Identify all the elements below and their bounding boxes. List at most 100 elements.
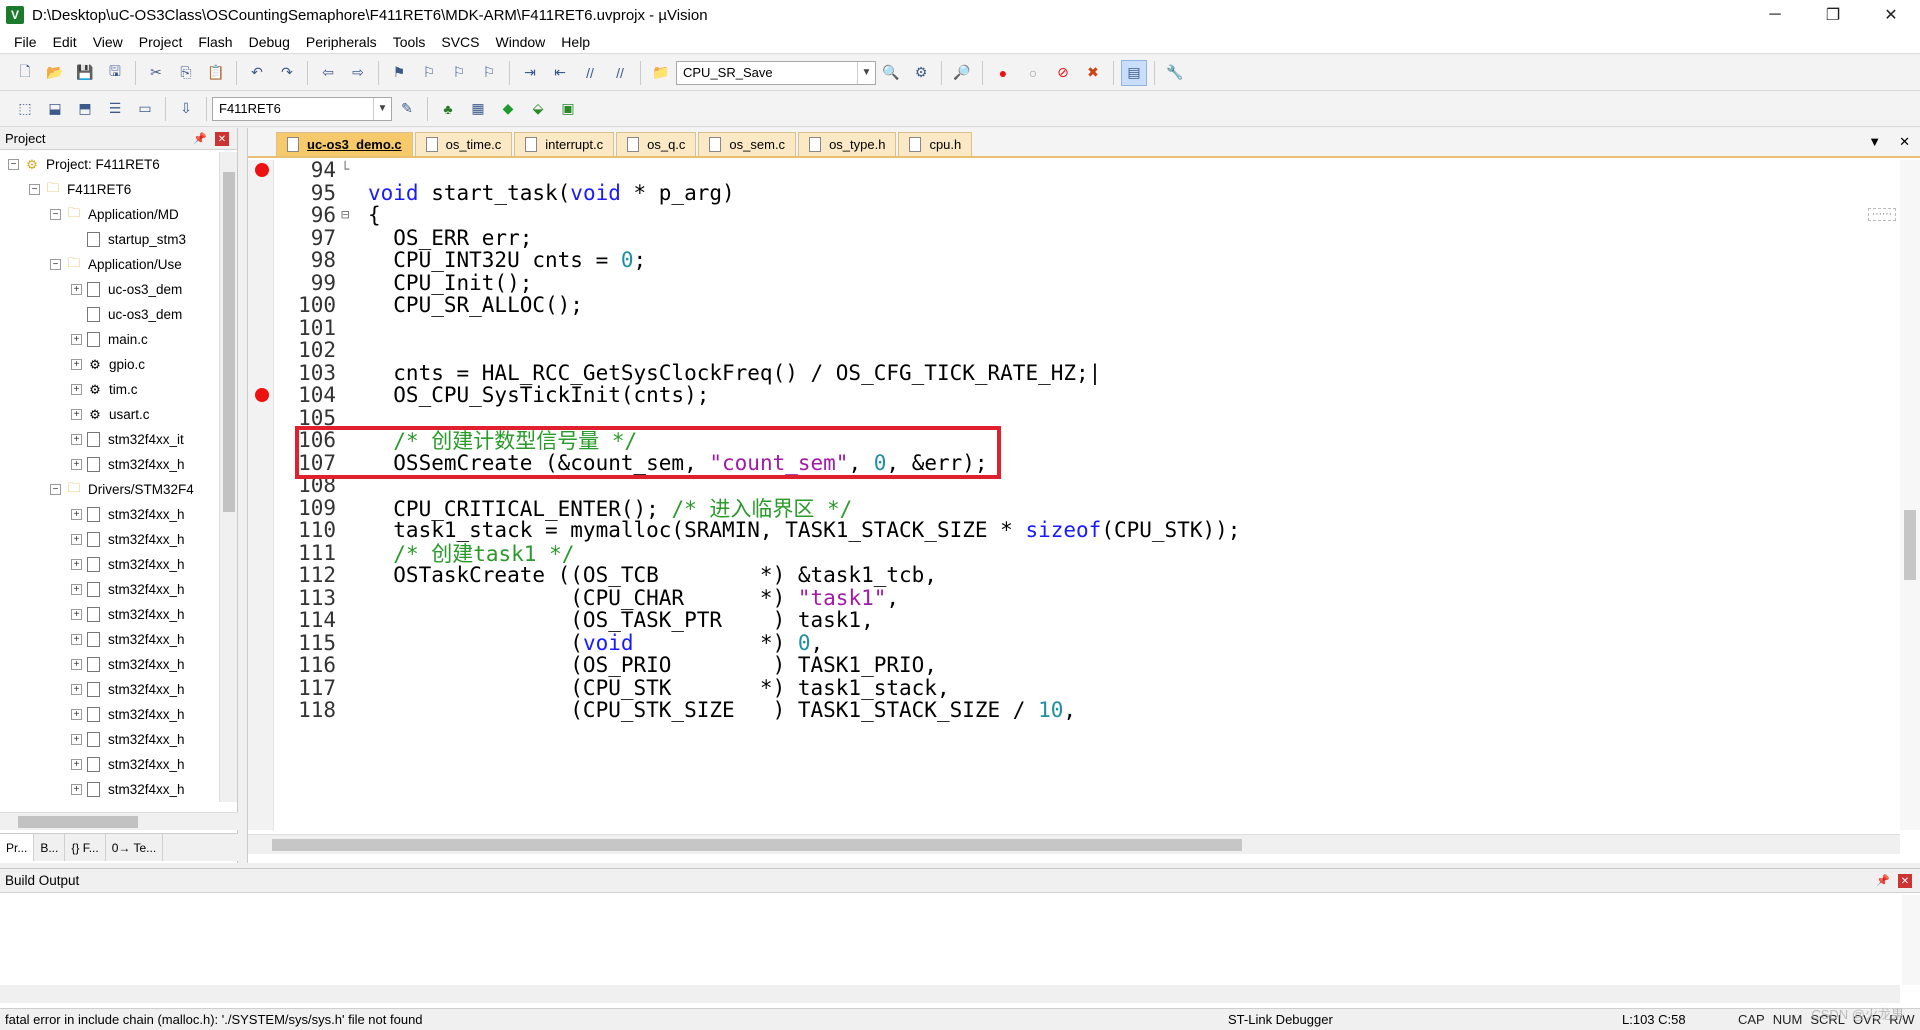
- collapse-icon[interactable]: −: [29, 184, 40, 195]
- tree-item[interactable]: + stm32f4xx_h: [0, 652, 218, 677]
- tree-item[interactable]: startup_stm3: [0, 227, 218, 252]
- paste-icon[interactable]: 📋: [203, 60, 229, 86]
- find-icon[interactable]: 🔍: [878, 60, 904, 86]
- tree-item[interactable]: + stm32f4xx_h: [0, 727, 218, 752]
- unindent-icon[interactable]: ⇤: [547, 60, 573, 86]
- batch-build-icon[interactable]: ☰: [102, 96, 128, 122]
- code-line[interactable]: 109 CPU_CRITICAL_ENTER(); /* 进入临界区 */: [248, 496, 1900, 521]
- tab-list-chevron-icon[interactable]: ▼: [1868, 134, 1881, 150]
- project-vertical-scrollbar[interactable]: [219, 152, 237, 802]
- nav-back-icon[interactable]: ⇦: [315, 60, 341, 86]
- tree-item[interactable]: + stm32f4xx_h: [0, 677, 218, 702]
- menu-edit[interactable]: Edit: [45, 34, 85, 50]
- tree-item[interactable]: + stm32f4xx_h: [0, 627, 218, 652]
- expand-icon[interactable]: +: [71, 359, 82, 370]
- target-combo[interactable]: F411RET6 ▼: [212, 96, 392, 121]
- find-in-files-icon[interactable]: 📁: [648, 60, 674, 86]
- bookmark-icon[interactable]: ⚑: [386, 60, 412, 86]
- tree-item[interactable]: + stm32f4xx_h: [0, 777, 218, 802]
- code-line[interactable]: 111 /* 创建task1 */: [248, 541, 1900, 566]
- file-extensions-icon[interactable]: ▦: [465, 96, 491, 122]
- undo-icon[interactable]: ↶: [244, 60, 270, 86]
- tab-functions[interactable]: {} F...: [65, 834, 106, 861]
- bookmark-clear-icon[interactable]: ⚐: [476, 60, 502, 86]
- tree-item[interactable]: + stm32f4xx_h: [0, 527, 218, 552]
- manage-components-icon[interactable]: ♣: [435, 96, 461, 122]
- configure-icon[interactable]: 🔧: [1162, 60, 1188, 86]
- close-icon[interactable]: ✕: [215, 132, 229, 146]
- tab-os-q-c[interactable]: os_q.c: [616, 132, 697, 156]
- uncomment-icon[interactable]: //: [607, 60, 633, 86]
- redo-icon[interactable]: ↷: [274, 60, 300, 86]
- build-icon[interactable]: ⬓: [42, 96, 68, 122]
- minimize-icon[interactable]: ─: [1746, 0, 1804, 30]
- code-line[interactable]: 118 (CPU_STK_SIZE ) TASK1_STACK_SIZE / 1…: [248, 698, 1900, 722]
- code-line[interactable]: 96 ⊟ {: [248, 203, 1900, 227]
- tree-item[interactable]: + stm32f4xx_it: [0, 427, 218, 452]
- window-layout-icon[interactable]: ▤: [1121, 59, 1147, 86]
- find-combo[interactable]: CPU_SR_Save ▼: [676, 60, 876, 85]
- tab-os-type-h[interactable]: os_type.h: [798, 132, 897, 156]
- chevron-down-icon[interactable]: ▼: [857, 61, 875, 84]
- editor-horizontal-scrollbar[interactable]: [248, 834, 1900, 854]
- bookmark-prev-icon[interactable]: ⚐: [416, 60, 442, 86]
- menu-flash[interactable]: Flash: [190, 34, 240, 50]
- breakpoint-icon[interactable]: [255, 163, 269, 178]
- code-line[interactable]: 101: [248, 316, 1900, 340]
- expand-icon[interactable]: +: [71, 509, 82, 520]
- tree-item[interactable]: + main.c: [0, 327, 218, 352]
- menu-svcs[interactable]: SVCS: [433, 34, 487, 50]
- menu-window[interactable]: Window: [488, 34, 554, 50]
- expand-icon[interactable]: +: [71, 559, 82, 570]
- expand-icon[interactable]: +: [71, 659, 82, 670]
- new-file-icon[interactable]: 🗋: [12, 60, 38, 86]
- code-line[interactable]: 103 cnts = HAL_RCC_GetSysClockFreq() / O…: [248, 361, 1900, 385]
- download-icon[interactable]: ⇩: [173, 96, 199, 122]
- nav-forward-icon[interactable]: ⇨: [345, 60, 371, 86]
- tree-item[interactable]: + ⚙ usart.c: [0, 402, 218, 427]
- select-packs-icon[interactable]: ◆: [495, 96, 521, 122]
- tree-item[interactable]: − 🗀 Application/Use: [0, 252, 218, 277]
- tree-item[interactable]: − ⚙ Project: F411RET6: [0, 152, 218, 177]
- menu-debug[interactable]: Debug: [241, 34, 298, 50]
- tree-item[interactable]: + stm32f4xx_h: [0, 552, 218, 577]
- tree-item[interactable]: + stm32f4xx_h: [0, 502, 218, 527]
- breakpoint-enable-icon[interactable]: ○: [1020, 60, 1046, 86]
- run-time-env-icon[interactable]: ▣: [555, 96, 581, 122]
- tab-templates[interactable]: 0→ Te...: [106, 834, 164, 861]
- tree-item[interactable]: − 🗀 Application/MD: [0, 202, 218, 227]
- save-icon[interactable]: 💾: [72, 60, 98, 86]
- expand-icon[interactable]: +: [71, 634, 82, 645]
- tree-item[interactable]: + ⚙ tim.c: [0, 377, 218, 402]
- editor-vertical-scrollbar[interactable]: [1900, 160, 1920, 830]
- tree-item[interactable]: + stm32f4xx_h: [0, 752, 218, 777]
- code-line[interactable]: 104 OS_CPU_SysTickInit(cnts);: [248, 383, 1900, 407]
- tab-books[interactable]: B...: [34, 834, 66, 861]
- pack-installer-icon[interactable]: ⬙: [525, 96, 551, 122]
- code-line[interactable]: 102: [248, 338, 1900, 362]
- menu-view[interactable]: View: [85, 34, 131, 50]
- expand-icon[interactable]: +: [71, 384, 82, 395]
- tab-project[interactable]: Pr...: [0, 834, 35, 861]
- code-line[interactable]: 97 OS_ERR err;: [248, 226, 1900, 250]
- tree-item[interactable]: − 🗀 F411RET6: [0, 177, 218, 202]
- build-horizontal-scrollbar[interactable]: [0, 985, 1900, 1003]
- tab-os-time-c[interactable]: os_time.c: [414, 132, 513, 156]
- tree-item[interactable]: − 🗀 Drivers/STM32F4: [0, 477, 218, 502]
- tree-item[interactable]: + stm32f4xx_h: [0, 577, 218, 602]
- breakpoint-disable-all-icon[interactable]: ⊘: [1050, 60, 1076, 86]
- code-line[interactable]: 113 (CPU_CHAR *) "task1",: [248, 586, 1900, 610]
- breakpoint-icon[interactable]: [255, 388, 269, 403]
- chevron-down-icon[interactable]: ▼: [373, 97, 391, 120]
- menu-project[interactable]: Project: [131, 34, 191, 50]
- expand-icon[interactable]: +: [71, 784, 82, 795]
- collapse-icon[interactable]: −: [8, 159, 19, 170]
- expand-icon[interactable]: +: [71, 459, 82, 470]
- tree-item[interactable]: + uc-os3_dem: [0, 277, 218, 302]
- expand-icon[interactable]: +: [71, 334, 82, 345]
- code-line[interactable]: 116 (OS_PRIO ) TASK1_PRIO,: [248, 653, 1900, 677]
- restore-icon[interactable]: ❐: [1804, 0, 1862, 30]
- expand-icon[interactable]: +: [71, 284, 82, 295]
- indent-icon[interactable]: ⇥: [517, 60, 543, 86]
- expand-icon[interactable]: +: [71, 609, 82, 620]
